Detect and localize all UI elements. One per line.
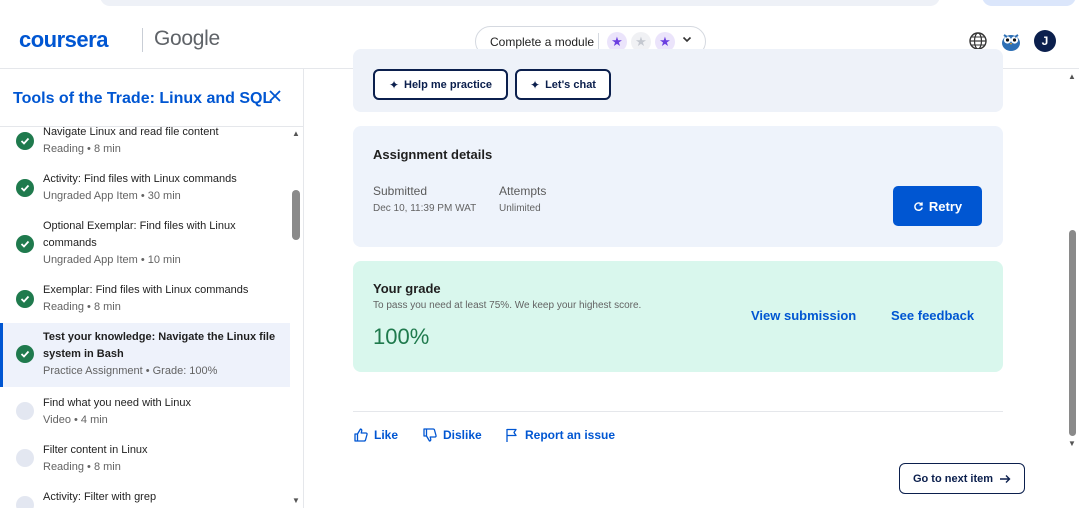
owl-icon[interactable] [1000,30,1022,52]
course-sidebar: Tools of the Trade: Linux and SQL Naviga… [0,69,304,508]
sidebar-item[interactable]: Filter content in Linux Reading • 8 min [0,442,290,489]
sidebar-item-meta: Practice Assignment • Grade: 100% [43,365,218,377]
your-grade-title: Your grade [373,281,441,296]
assignment-details-card: Assignment details Submitted Dec 10, 11:… [353,126,1003,247]
sidebar-item-meta: Reading • 8 min [43,461,121,473]
sidebar-item-meta: Video • 4 min [43,414,108,426]
help-me-practice-button[interactable]: ✦ Help me practice [373,69,508,100]
flag-icon [506,428,517,442]
sidebar-list: Navigate Linux and read file content Rea… [0,127,290,508]
check-icon [16,290,34,308]
sidebar-item-label: Test your knowledge: Navigate the Linux … [43,331,276,360]
incomplete-circle-icon [16,449,34,467]
sidebar-item-meta: Reading • 8 min [43,301,121,313]
incomplete-circle-icon [16,496,34,508]
sidebar-item-label: Navigate Linux and read file content [43,127,219,138]
retry-button[interactable]: Retry [893,186,982,226]
thumbs-down-icon [423,428,437,442]
report-issue-label: Report an issue [525,428,616,442]
like-label: Like [374,428,399,442]
browser-button[interactable] [982,0,1076,6]
logo-divider [142,28,143,52]
check-icon [16,235,34,253]
browser-strip [0,0,1079,8]
sidebar-item-label: Activity: Find files with Linux commands [43,173,237,185]
complete-module-label: Complete a module [490,35,595,49]
coursera-page: coursera Google Complete a module ★ ★ ★ [0,0,1079,508]
sidebar-item[interactable]: Navigate Linux and read file content Rea… [0,127,290,174]
attempts-label: Attempts [499,184,547,198]
submitted-value: Dec 10, 11:39 PM WAT [373,203,477,214]
google-logo: Google [154,27,220,50]
sidebar-item-active[interactable]: Test your knowledge: Navigate the Linux … [0,323,290,387]
sparkle-icon: ✦ [530,77,541,92]
globe-icon[interactable] [968,31,988,51]
grade-score: 100% [373,324,430,349]
sidebar-item[interactable]: Activity: Find files with Linux commands… [0,173,290,221]
check-icon [16,179,34,197]
view-submission-link[interactable]: View submission [751,308,856,323]
arrow-right-icon [1000,474,1011,483]
dislike-button[interactable]: Dislike [422,427,482,443]
main-scroll-up-arrow[interactable]: ▲ [1068,72,1076,81]
sidebar-item-label: Optional Exemplar: Find files with Linux… [43,220,236,249]
go-to-next-item-button[interactable]: Go to next item [899,463,1025,494]
sidebar-item-label: Filter content in Linux [43,444,148,456]
main-scrollbar-thumb[interactable] [1069,230,1076,436]
dislike-label: Dislike [443,428,482,442]
lets-chat-label: Let's chat [545,78,596,91]
assignment-details-title: Assignment details [373,147,493,162]
see-feedback-link[interactable]: See feedback [891,308,974,323]
submitted-label: Submitted [373,184,428,198]
thumbs-up-icon [354,428,368,442]
scroll-down-arrow[interactable]: ▼ [292,496,300,505]
sidebar-item[interactable]: Activity: Filter with grep [0,489,290,508]
sidebar-title: Tools of the Trade: Linux and SQL [13,90,273,107]
sidebar-item[interactable]: Find what you need with Linux Video • 4 … [0,395,290,442]
sidebar-item-label: Exemplar: Find files with Linux commands [43,284,249,296]
coursera-logo[interactable]: coursera [19,27,108,53]
retry-label: Retry [928,198,963,214]
sidebar-item[interactable]: Optional Exemplar: Find files with Linux… [0,220,290,285]
check-icon [16,132,34,150]
sidebar-item-label: Activity: Filter with grep [43,491,157,503]
next-item-label: Go to next item [912,472,994,485]
sidebar-item-meta: Reading • 8 min [43,143,121,155]
like-button[interactable]: Like [353,427,398,443]
main-scroll-down-arrow[interactable]: ▼ [1068,439,1076,448]
incomplete-circle-icon [16,402,34,420]
retry-icon [914,201,923,211]
sidebar-item-label: Find what you need with Linux [43,397,191,409]
close-icon[interactable] [268,87,282,108]
content-divider [353,411,1003,412]
browser-address-bar[interactable] [100,0,940,6]
sparkle-icon: ✦ [388,77,399,92]
sidebar-item-meta: Ungraded App Item • 30 min [43,190,181,202]
scroll-up-arrow[interactable]: ▲ [292,129,300,138]
main-content: ✦ Help me practice ✦ Let's chat Assignme… [305,49,1066,508]
report-issue-button[interactable]: Report an issue [504,427,615,443]
avatar[interactable]: J [1034,30,1056,52]
attempts-value: Unlimited [499,203,541,214]
sidebar-scrollbar-thumb[interactable] [292,190,300,240]
help-me-practice-label: Help me practice [404,78,493,91]
grade-card: Your grade To pass you need at least 75%… [353,261,1003,372]
lets-chat-button[interactable]: ✦ Let's chat [515,69,611,100]
chevron-down-icon[interactable] [682,33,692,47]
sidebar-item-meta: Ungraded App Item • 10 min [43,254,181,266]
check-icon [16,345,34,363]
grade-subtitle: To pass you need at least 75%. We keep y… [373,300,642,311]
